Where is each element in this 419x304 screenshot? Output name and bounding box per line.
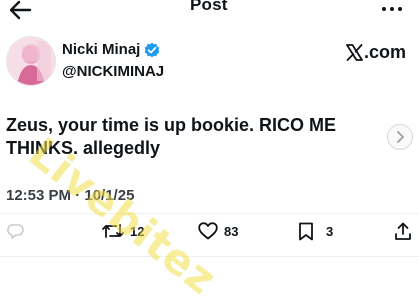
heart-icon [198, 222, 218, 240]
top-bar: Post [0, 0, 419, 22]
avatar-image [7, 37, 55, 85]
post-timestamp[interactable]: 12:53 PM · 10/1/25 [6, 187, 134, 204]
retweet-button[interactable]: 12 [102, 222, 144, 240]
share-button[interactable] [394, 222, 412, 241]
bookmark-button[interactable]: 3 [298, 222, 333, 241]
reply-icon [7, 224, 24, 239]
avatar[interactable] [6, 36, 56, 86]
verified-badge-icon [145, 42, 160, 57]
reply-button[interactable] [7, 222, 25, 240]
like-button[interactable]: 83 [198, 222, 238, 240]
like-count: 83 [224, 223, 239, 239]
author-name[interactable]: Nicki Minaj [62, 41, 140, 58]
post-text: Zeus, your time is up bookie. RICO ME TH… [6, 115, 337, 158]
divider [0, 256, 419, 257]
arrow-left-icon[interactable] [8, 0, 32, 20]
retweet-count: 12 [130, 223, 145, 239]
chevron-right-icon [397, 131, 404, 143]
share-icon [395, 222, 411, 240]
author-handle[interactable]: @NICKIMINAJ [62, 63, 164, 80]
divider [0, 213, 419, 214]
source-brand: .com [346, 42, 406, 63]
retweet-icon [102, 224, 124, 238]
bookmark-icon [299, 222, 313, 241]
page-title: Post [190, 0, 228, 14]
brand-text: .com [364, 42, 407, 62]
author-name-row[interactable]: Nicki Minaj [62, 41, 160, 58]
more-horizontal-icon[interactable] [380, 2, 404, 16]
bookmark-count: 3 [326, 224, 334, 239]
x-logo-icon [346, 44, 363, 61]
next-button[interactable] [387, 124, 413, 150]
